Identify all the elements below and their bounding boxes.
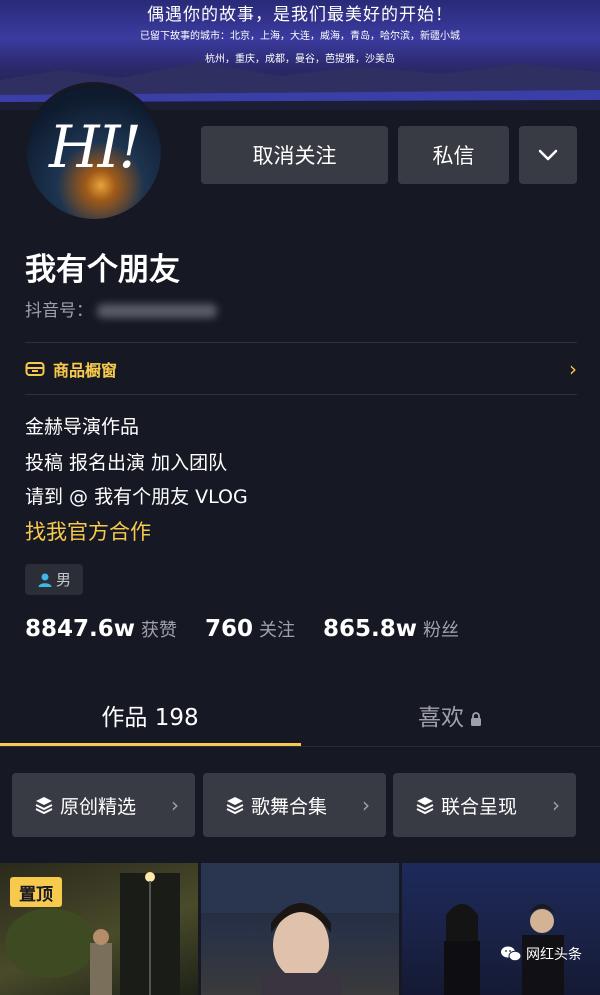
chevron-down-icon <box>538 149 558 161</box>
video-thumbnail[interactable] <box>201 863 399 995</box>
avatar-text: HI! <box>49 113 142 181</box>
likes-count: 8847.6w <box>25 616 136 642</box>
banner-headline: 偶遇你的故事，是我们最美好的开始！ <box>147 5 453 25</box>
thumbnail-scene <box>201 863 399 995</box>
layers-icon <box>226 797 244 815</box>
banner-cities-line1: 已留下故事的城市：北京，上海，大连，威海，青岛，哈尔滨，新疆小城 <box>140 31 460 42</box>
chevron-right-icon: › <box>569 357 577 381</box>
shop-window-label: 商品橱窗 <box>53 361 118 380</box>
shop-icon <box>25 362 45 376</box>
following-count[interactable]: 760 <box>205 616 253 642</box>
chevron-right-icon: › <box>171 793 179 817</box>
collection-label: 联合呈现 <box>441 795 518 818</box>
collection-joint-presentation[interactable]: 联合呈现 › <box>393 773 576 837</box>
more-button[interactable] <box>519 126 577 184</box>
watermark: 网红头条 <box>500 944 582 964</box>
following-label[interactable]: 关注 <box>259 616 295 642</box>
gender-label: 男 <box>55 571 71 589</box>
lock-icon <box>471 711 481 726</box>
person-icon <box>38 573 52 587</box>
tab-likes[interactable]: 喜欢 <box>300 698 600 732</box>
douyin-id: 抖音号： <box>25 296 217 321</box>
shop-window-row[interactable]: 商品橱窗 › <box>25 356 577 382</box>
message-button[interactable]: 私信 <box>398 126 509 184</box>
cooperation-link[interactable]: 找我官方合作 <box>25 516 151 546</box>
bio-line: 金赫导演作品 <box>25 416 140 438</box>
bio-line: 投稿 报名出演 加入团队 <box>25 452 228 474</box>
collection-song-dance[interactable]: 歌舞合集 › <box>203 773 386 837</box>
unfollow-button[interactable]: 取消关注 <box>201 126 388 184</box>
douyin-id-label: 抖音号： <box>25 301 93 321</box>
wechat-icon <box>501 946 522 962</box>
layers-icon <box>35 797 53 815</box>
likes-label: 获赞 <box>141 620 178 641</box>
collection-label: 原创精选 <box>60 795 137 818</box>
collection-label: 歌舞合集 <box>251 795 328 818</box>
video-thumbnail[interactable] <box>402 863 600 995</box>
pinned-badge: 置顶 <box>10 877 62 907</box>
chevron-right-icon: › <box>362 793 370 817</box>
tab-works[interactable]: 作品 198 <box>0 698 300 732</box>
divider <box>0 746 600 747</box>
watermark-label: 网红头条 <box>526 947 582 963</box>
profile-name: 我有个朋友 <box>25 252 180 288</box>
avatar[interactable]: HI! <box>24 82 164 222</box>
profile-stats: 8847.6w 获赞 760 关注 865.8w 粉丝 <box>25 616 487 642</box>
banner-cities-line2: 杭州，重庆，成都，曼谷，芭提雅，沙美岛 <box>205 54 395 65</box>
divider <box>25 342 577 343</box>
gender-tag: 男 <box>25 564 83 595</box>
thumbnail-scene <box>444 904 564 995</box>
collection-original-picks[interactable]: 原创精选 › <box>12 773 195 837</box>
douyin-id-redacted <box>97 304 217 318</box>
bio-line: 请到 @ 我有个朋友 VLOG <box>25 486 248 508</box>
followers-label[interactable]: 粉丝 <box>423 616 459 642</box>
layers-icon <box>416 797 434 815</box>
chevron-right-icon: › <box>552 793 560 817</box>
divider <box>25 394 577 395</box>
tab-likes-label: 喜欢 <box>418 705 464 731</box>
followers-count[interactable]: 865.8w <box>323 616 417 642</box>
